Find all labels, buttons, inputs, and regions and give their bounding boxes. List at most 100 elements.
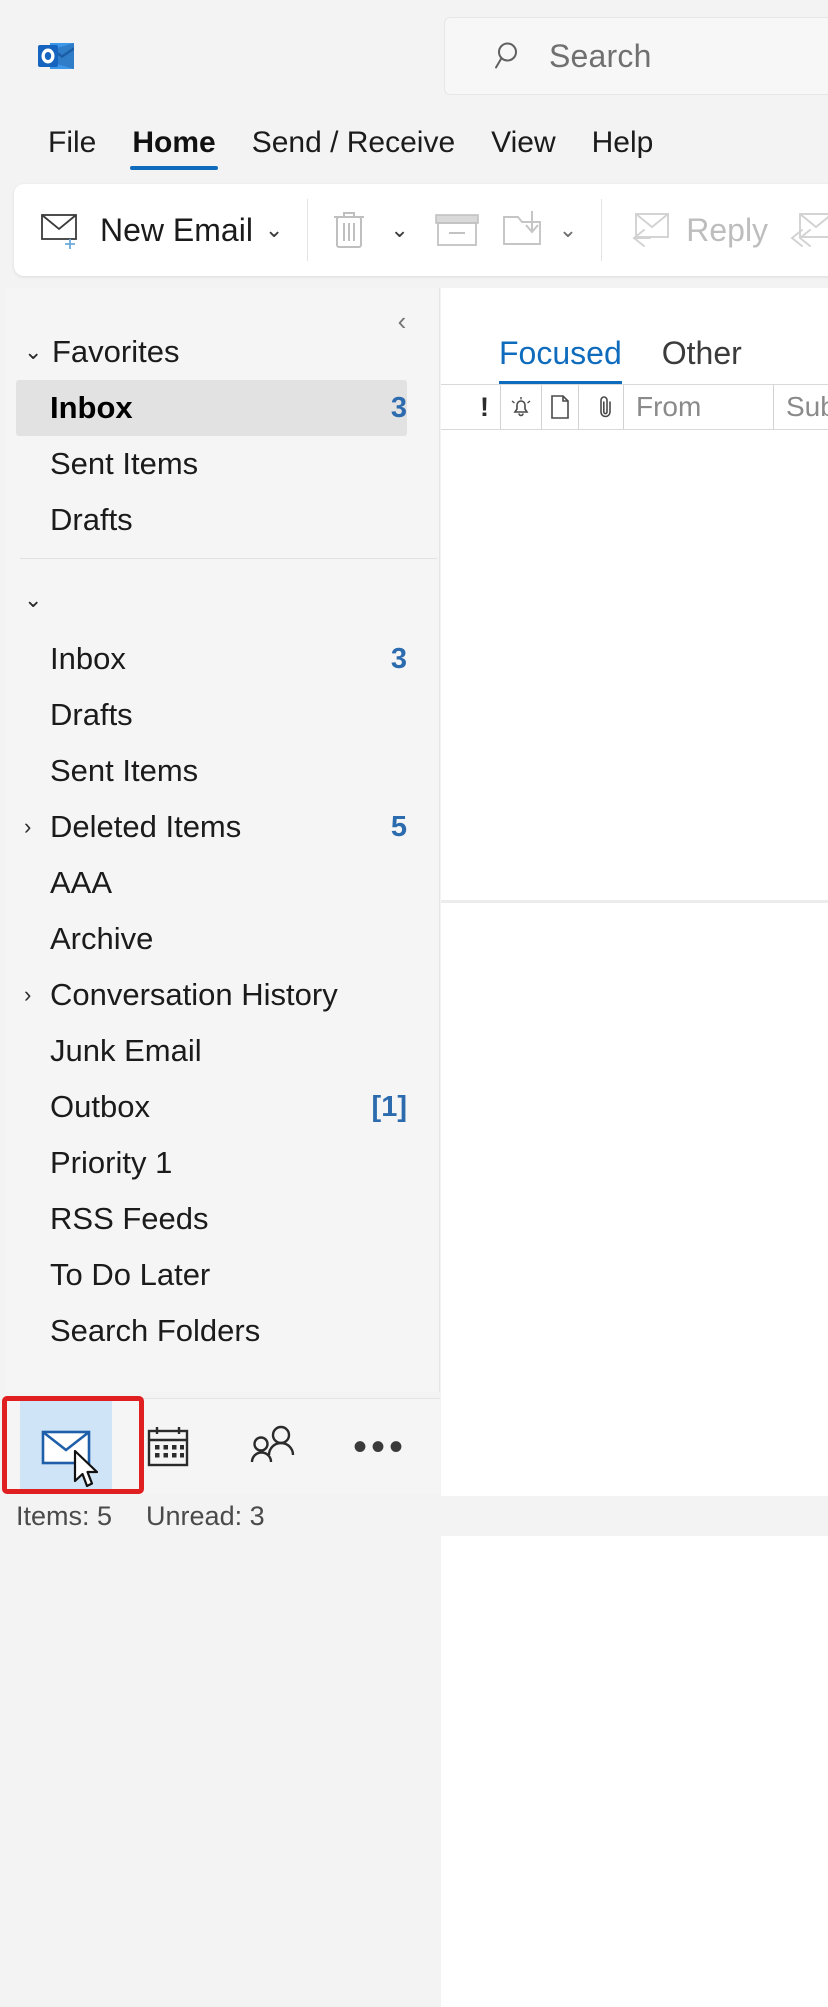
importance-icon[interactable]: ! bbox=[469, 385, 501, 429]
archive-button[interactable] bbox=[423, 184, 491, 276]
folder-label: Deleted Items bbox=[50, 809, 241, 845]
column-header-subject[interactable]: Subje bbox=[774, 385, 828, 429]
folder-label: To Do Later bbox=[50, 1257, 210, 1293]
delete-button[interactable] bbox=[322, 184, 376, 276]
tab-send-receive[interactable]: Send / Receive bbox=[250, 122, 457, 170]
column-header-from[interactable]: From bbox=[624, 385, 774, 429]
chevron-right-icon[interactable]: › bbox=[24, 814, 50, 840]
folder-label: Inbox bbox=[50, 641, 126, 677]
search-icon bbox=[493, 39, 527, 73]
trash-icon bbox=[332, 208, 366, 252]
folder-label: Drafts bbox=[50, 697, 133, 733]
status-unread-count: Unread: 3 bbox=[146, 1501, 265, 1532]
nav-more-button[interactable]: ••• bbox=[334, 1401, 426, 1493]
folder-pane-divider bbox=[20, 558, 437, 559]
folder-unread-count: 3 bbox=[391, 643, 407, 676]
reply-button[interactable]: Reply bbox=[616, 184, 778, 276]
folder-item-search-folders[interactable]: › Search Folders bbox=[16, 1303, 407, 1359]
move-to-folder-icon bbox=[501, 209, 547, 251]
ribbon-toolbar: New Email ⌄ ⌄ bbox=[14, 184, 828, 276]
folder-item-aaa[interactable]: › AAA bbox=[16, 855, 407, 911]
chevron-down-icon: ⌄ bbox=[390, 217, 408, 243]
chevron-left-icon[interactable]: ‹ bbox=[383, 302, 421, 340]
folder-label: Junk Email bbox=[50, 1033, 202, 1069]
delete-dropdown[interactable]: ⌄ bbox=[376, 184, 422, 276]
pivot-other[interactable]: Other bbox=[662, 335, 742, 384]
tab-help[interactable]: Help bbox=[590, 122, 656, 170]
page-icon[interactable] bbox=[542, 385, 579, 429]
folder-label: AAA bbox=[50, 865, 112, 901]
more-ellipsis-icon: ••• bbox=[353, 1437, 407, 1457]
message-list-pane: Focused Other ! bbox=[441, 288, 828, 1392]
folder-label: Search Folders bbox=[50, 1313, 260, 1349]
tab-file[interactable]: File bbox=[46, 122, 98, 170]
folder-item-deleted-items[interactable]: › Deleted Items 5 bbox=[16, 799, 407, 855]
reply-all-button[interactable] bbox=[778, 184, 828, 276]
reply-icon bbox=[626, 210, 672, 250]
folder-label: Archive bbox=[50, 921, 153, 957]
nav-mail-button[interactable] bbox=[20, 1401, 112, 1493]
pivot-focused[interactable]: Focused bbox=[499, 335, 622, 384]
favorites-group-header[interactable]: ⌄ Favorites bbox=[6, 324, 439, 380]
new-email-button[interactable]: New Email ⌄ bbox=[14, 184, 293, 276]
folder-item-outbox[interactable]: › Outbox [1] bbox=[16, 1079, 407, 1135]
status-bar: Items: 5 Unread: 3 bbox=[0, 1496, 828, 1536]
main-content: ‹ ⌄ Favorites › Inbox 3 › Sent Items › D… bbox=[0, 288, 828, 1488]
folder-label: Sent Items bbox=[50, 753, 198, 789]
ribbon-tab-bar: File Home Send / Receive View Help bbox=[0, 112, 828, 180]
title-bar: Search bbox=[0, 0, 828, 110]
folder-item-conversation-history[interactable]: › Conversation History bbox=[16, 967, 407, 1023]
folder-label: RSS Feeds bbox=[50, 1201, 209, 1237]
folder-item-junk-email[interactable]: › Junk Email bbox=[16, 1023, 407, 1079]
folder-label: Inbox bbox=[50, 390, 133, 426]
folder-item-sent-items-favorite[interactable]: › Sent Items bbox=[16, 436, 407, 492]
reading-pane[interactable] bbox=[441, 903, 828, 2007]
nav-people-button[interactable] bbox=[228, 1401, 320, 1493]
column-gap bbox=[579, 385, 589, 429]
chevron-down-icon[interactable]: ⌄ bbox=[559, 217, 577, 243]
reply-all-icon bbox=[788, 210, 828, 250]
mail-icon bbox=[40, 1427, 92, 1467]
folder-item-inbox-favorite[interactable]: › Inbox 3 bbox=[16, 380, 407, 436]
folder-item-rss-feeds[interactable]: › RSS Feeds bbox=[16, 1191, 407, 1247]
chevron-right-icon[interactable]: › bbox=[24, 982, 50, 1008]
folder-item-to-do-later[interactable]: › To Do Later bbox=[16, 1247, 407, 1303]
folder-label: Sent Items bbox=[50, 446, 198, 482]
ribbon-separator bbox=[307, 199, 308, 261]
ribbon-separator bbox=[601, 199, 602, 261]
chevron-down-icon: ⌄ bbox=[24, 587, 50, 613]
folder-item-priority-1[interactable]: › Priority 1 bbox=[16, 1135, 407, 1191]
outlook-icon bbox=[36, 36, 76, 76]
folder-label: Drafts bbox=[50, 502, 133, 538]
move-to-folder-button[interactable]: ⌄ bbox=[491, 184, 587, 276]
nav-calendar-button[interactable] bbox=[122, 1401, 214, 1493]
folder-unread-count: 3 bbox=[391, 392, 407, 425]
chevron-down-icon: ⌄ bbox=[24, 339, 50, 365]
folder-item-sent-items[interactable]: › Sent Items bbox=[16, 743, 407, 799]
account-group-header[interactable]: ⌄ bbox=[6, 569, 439, 631]
folder-label: Outbox bbox=[50, 1089, 150, 1125]
folder-pane: ‹ ⌄ Favorites › Inbox 3 › Sent Items › D… bbox=[6, 288, 440, 1392]
folder-label: Priority 1 bbox=[50, 1145, 172, 1181]
module-switcher-bar: ••• bbox=[6, 1398, 440, 1494]
reminder-bell-icon[interactable] bbox=[501, 385, 542, 429]
folder-item-drafts[interactable]: › Drafts bbox=[16, 687, 407, 743]
message-filter-pivot: Focused Other bbox=[441, 288, 828, 384]
chevron-down-icon[interactable]: ⌄ bbox=[265, 217, 283, 243]
new-mail-icon bbox=[40, 210, 86, 250]
archive-box-icon bbox=[433, 211, 481, 249]
tab-view[interactable]: View bbox=[489, 122, 557, 170]
folder-item-archive[interactable]: › Archive bbox=[16, 911, 407, 967]
message-list-column-header: ! F bbox=[441, 384, 828, 430]
favorites-group-label: Favorites bbox=[52, 334, 179, 370]
status-items-count: Items: 5 bbox=[16, 1501, 112, 1532]
search-input[interactable]: Search bbox=[444, 17, 828, 95]
attachment-paperclip-icon[interactable] bbox=[589, 385, 624, 429]
message-list-empty-area[interactable] bbox=[441, 430, 828, 900]
folder-item-inbox[interactable]: › Inbox 3 bbox=[16, 631, 407, 687]
folder-item-drafts-favorite[interactable]: › Drafts bbox=[16, 492, 407, 548]
search-placeholder: Search bbox=[549, 38, 652, 75]
tab-home[interactable]: Home bbox=[130, 122, 217, 170]
folder-unread-count: 5 bbox=[391, 811, 407, 844]
calendar-icon bbox=[145, 1424, 191, 1470]
